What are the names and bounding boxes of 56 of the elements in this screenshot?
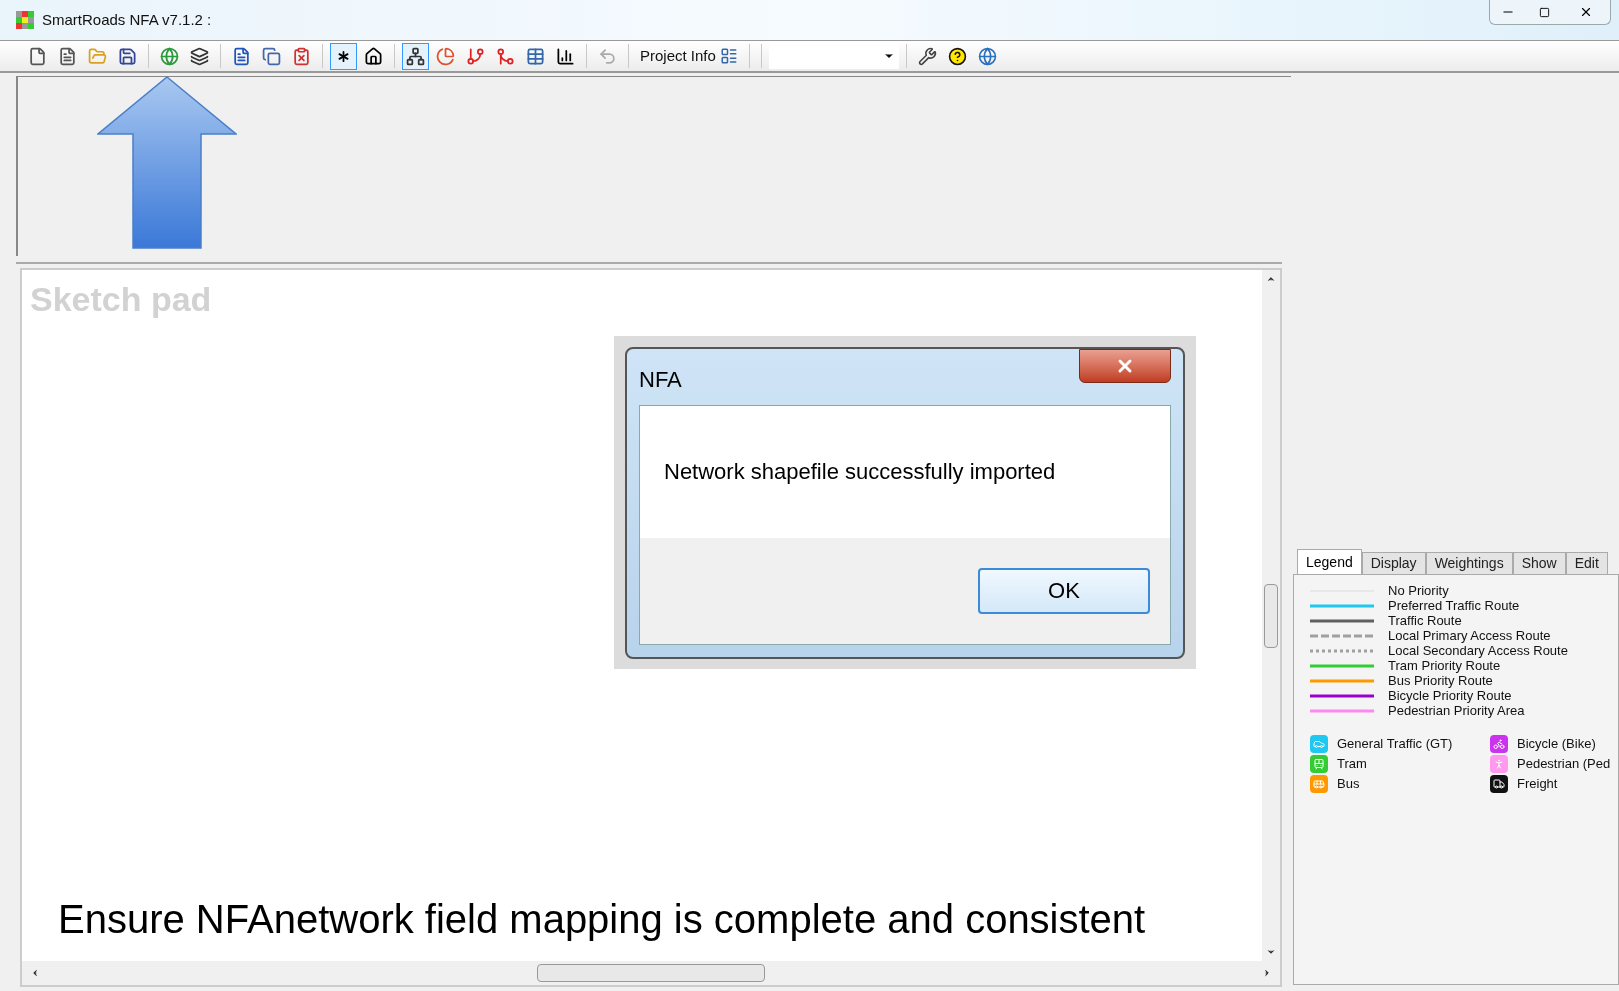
scroll-right-icon[interactable] [1262,968,1272,978]
undo-icon [598,46,617,66]
scroll-down-icon[interactable] [1266,947,1276,957]
scroll-left-icon[interactable] [30,968,40,978]
app-logo-icon [16,11,34,29]
scroll-up-icon[interactable] [1266,274,1276,284]
dropdown-field[interactable] [768,43,899,69]
panel-tab[interactable]: Weightings [1425,552,1513,574]
chart-icon [556,46,575,66]
window-title: SmartRoads NFA v7.1.2 : [42,9,212,30]
route-label: Local Secondary Access Route [1388,642,1568,660]
panel-tab[interactable]: Edit [1565,552,1608,574]
help-icon [947,46,967,66]
panel-tab[interactable]: Legend [1297,549,1362,574]
ok-button[interactable]: OK [978,567,1150,614]
merge-icon [496,46,515,66]
panel-tab[interactable]: Display [1361,552,1426,574]
save-icon [118,46,137,66]
route-label: Tram Priority Route [1388,657,1501,675]
project-info-button[interactable]: Project Info [636,44,742,68]
mode-label: Freight [1517,774,1558,793]
layers-icon [190,46,209,66]
clipboard-delete-icon [292,46,311,66]
asterisk-button[interactable] [330,42,357,70]
route-label: No Priority [1388,581,1449,600]
folder-icon [88,46,107,66]
tools-icon [917,46,937,66]
dialog-close-button[interactable] [1079,348,1171,383]
network-icon [406,46,425,66]
mode-label: General Traffic (GT) [1337,734,1453,753]
table-icon [526,46,545,66]
branch-icon [466,46,485,66]
network-button[interactable] [402,42,429,70]
copy-icon [262,46,281,66]
mode-label: Tram [1337,754,1367,773]
house-icon [364,46,383,66]
close-icon [1579,5,1593,19]
form-icon [719,47,738,65]
mode-label: Pedestrian (Ped [1517,754,1611,773]
maximize-icon [1538,6,1550,18]
document-icon [58,46,77,66]
scrollbar-thumb[interactable] [1264,583,1278,648]
mode-label: Bicycle (Bike) [1517,734,1596,753]
dialog-title: NFA [639,365,682,394]
panel-tab[interactable]: Show [1512,552,1566,574]
globe-icon [977,46,997,66]
route-label: Pedestrian Priority Area [1388,702,1525,720]
globe-icon [160,46,179,66]
route-label: Bus Priority Route [1388,672,1493,690]
pie-chart-icon [436,46,455,66]
scrollbar-thumb[interactable] [537,964,765,982]
new-document-icon [28,46,47,66]
dialog-message: Network shapefile successfully imported [664,458,1056,486]
mode-label: Bus [1337,774,1360,793]
route-label: Bicycle Priority Route [1388,687,1512,705]
annotation-caption: Ensure NFAnetwork field mapping is complete and consistent [58,896,1147,943]
